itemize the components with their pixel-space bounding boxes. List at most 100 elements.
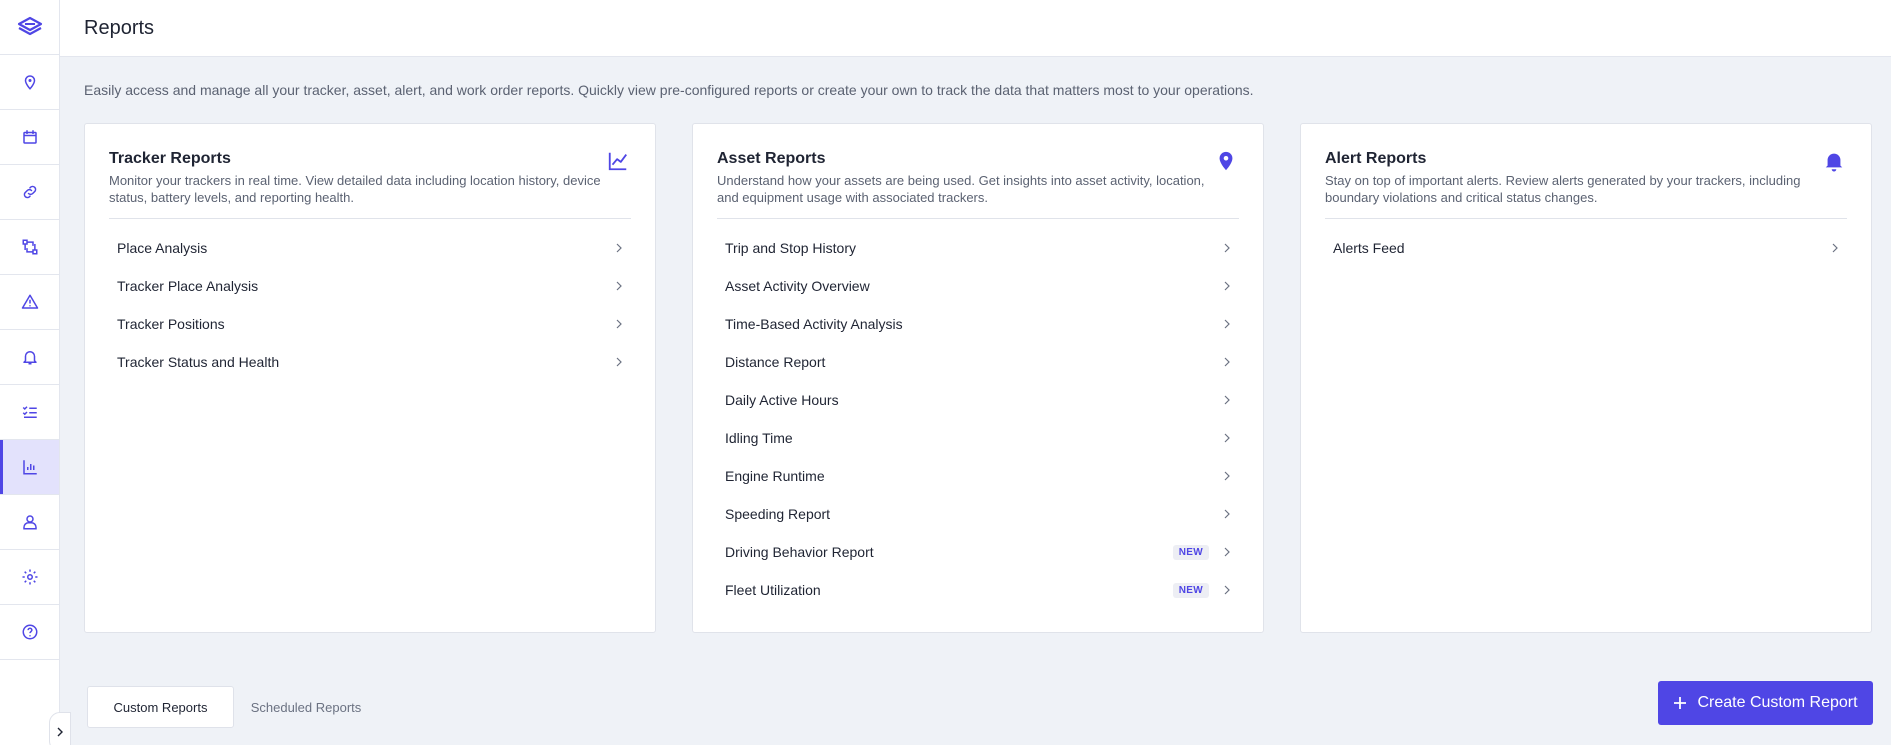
sidebar-expand-button[interactable] bbox=[49, 712, 71, 745]
card-header: Tracker Reports Monitor your trackers in… bbox=[109, 150, 631, 219]
map-pin-icon bbox=[24, 75, 35, 90]
report-list: Trip and Stop History Asset Activity Ove… bbox=[717, 219, 1239, 609]
report-item-label: Daily Active Hours bbox=[725, 392, 839, 408]
card-title: Alert Reports bbox=[1325, 150, 1427, 167]
tracker-reports-card: Tracker Reports Monitor your trackers in… bbox=[84, 123, 656, 633]
nav-links[interactable] bbox=[0, 165, 59, 220]
report-item-tracker-place-analysis[interactable]: Tracker Place Analysis bbox=[109, 267, 631, 305]
new-badge: NEW bbox=[1172, 544, 1209, 560]
card-description: Understand how your assets are being use… bbox=[717, 173, 1205, 205]
nav-tasks[interactable] bbox=[0, 385, 59, 440]
asset-reports-card: Asset Reports Understand how your assets… bbox=[692, 123, 1264, 633]
chevron-right-icon bbox=[616, 319, 622, 329]
card-header: Alert Reports Stay on top of important a… bbox=[1325, 150, 1847, 219]
tab-custom-reports[interactable]: Custom Reports bbox=[87, 686, 234, 728]
report-item-tracker-status-health[interactable]: Tracker Status and Health bbox=[109, 343, 631, 381]
report-item-label: Distance Report bbox=[725, 354, 826, 370]
card-title: Tracker Reports bbox=[109, 150, 231, 167]
report-item-label: Speeding Report bbox=[725, 506, 831, 522]
card-description: Stay on top of important alerts. Review … bbox=[1325, 173, 1801, 205]
page-header: Reports bbox=[60, 0, 1891, 57]
nav-users[interactable] bbox=[0, 495, 59, 550]
card-title: Asset Reports bbox=[717, 150, 826, 167]
bar-chart-icon bbox=[22, 460, 37, 475]
create-button-label: Create Custom Report bbox=[1697, 694, 1858, 711]
report-item-distance-report[interactable]: Distance Report bbox=[717, 343, 1239, 381]
chevron-right-icon bbox=[1224, 281, 1230, 291]
report-item-daily-active-hours[interactable]: Daily Active Hours bbox=[717, 381, 1239, 419]
help-icon bbox=[22, 624, 37, 640]
chevron-right-icon bbox=[1224, 319, 1230, 329]
report-list: Place Analysis Tracker Place Analysis Tr… bbox=[109, 219, 631, 381]
route-icon bbox=[22, 239, 37, 255]
location-pin-icon bbox=[1219, 151, 1233, 171]
report-item-driving-behavior[interactable]: Driving Behavior Report NEW bbox=[717, 533, 1239, 571]
sidebar bbox=[0, 0, 60, 745]
chevron-right-icon bbox=[1224, 585, 1230, 595]
alert-reports-card: Alert Reports Stay on top of important a… bbox=[1300, 123, 1872, 633]
new-badge: NEW bbox=[1172, 582, 1209, 598]
report-item-tracker-positions[interactable]: Tracker Positions bbox=[109, 305, 631, 343]
bell-icon bbox=[1825, 153, 1843, 172]
chevron-right-icon bbox=[1224, 509, 1230, 519]
chevron-right-icon bbox=[1224, 547, 1230, 557]
nav-map[interactable] bbox=[0, 55, 59, 110]
report-item-speeding-report[interactable]: Speeding Report bbox=[717, 495, 1239, 533]
logo-icon bbox=[17, 16, 42, 36]
card-header: Asset Reports Understand how your assets… bbox=[717, 150, 1239, 219]
report-item-label: Place Analysis bbox=[117, 240, 208, 256]
report-item-place-analysis[interactable]: Place Analysis bbox=[109, 229, 631, 267]
calendar-icon bbox=[22, 130, 37, 144]
report-item-label: Engine Runtime bbox=[725, 468, 825, 484]
chevron-right-icon bbox=[616, 281, 622, 291]
app-logo[interactable] bbox=[0, 0, 59, 55]
nav-warnings[interactable] bbox=[0, 275, 59, 330]
report-item-label: Tracker Positions bbox=[117, 316, 225, 332]
link-icon bbox=[23, 185, 36, 199]
bell-icon bbox=[22, 351, 37, 365]
chevron-right-icon bbox=[1224, 433, 1230, 443]
card-description: Monitor your trackers in real time. View… bbox=[109, 173, 601, 205]
chevron-right-icon bbox=[616, 357, 622, 367]
nav-help[interactable] bbox=[0, 605, 59, 660]
nav-calendar[interactable] bbox=[0, 110, 59, 165]
chevron-right-icon bbox=[1224, 243, 1230, 253]
report-item-asset-activity-overview[interactable]: Asset Activity Overview bbox=[717, 267, 1239, 305]
page-description: Easily access and manage all your tracke… bbox=[84, 82, 1254, 98]
chevron-right-icon bbox=[57, 727, 63, 737]
report-item-label: Tracker Status and Health bbox=[117, 354, 280, 370]
report-item-label: Alerts Feed bbox=[1333, 240, 1405, 256]
report-item-idling-time[interactable]: Idling Time bbox=[717, 419, 1239, 457]
chevron-right-icon bbox=[1224, 395, 1230, 405]
report-item-engine-runtime[interactable]: Engine Runtime bbox=[717, 457, 1239, 495]
report-item-label: Tracker Place Analysis bbox=[117, 278, 259, 294]
nav-reports[interactable] bbox=[0, 440, 59, 495]
checklist-icon bbox=[22, 406, 37, 418]
nav-alerts[interactable] bbox=[0, 330, 59, 385]
chevron-right-icon bbox=[1224, 471, 1230, 481]
report-item-label: Trip and Stop History bbox=[725, 240, 856, 256]
report-item-label: Fleet Utilization bbox=[725, 582, 821, 598]
report-item-label: Idling Time bbox=[725, 430, 793, 446]
report-item-trip-stop-history[interactable]: Trip and Stop History bbox=[717, 229, 1239, 267]
report-item-time-based-activity[interactable]: Time-Based Activity Analysis bbox=[717, 305, 1239, 343]
plus-icon bbox=[1674, 697, 1687, 709]
gear-icon bbox=[22, 569, 37, 585]
chevron-right-icon bbox=[616, 243, 622, 253]
nav-settings[interactable] bbox=[0, 550, 59, 605]
chevron-right-icon bbox=[1224, 357, 1230, 367]
page-title: Reports bbox=[84, 16, 155, 39]
report-item-label: Asset Activity Overview bbox=[725, 278, 870, 294]
report-list: Alerts Feed bbox=[1325, 219, 1847, 267]
report-item-label: Time-Based Activity Analysis bbox=[725, 316, 903, 332]
chevron-right-icon bbox=[1832, 243, 1838, 253]
create-custom-report-button[interactable]: Create Custom Report bbox=[1658, 681, 1873, 725]
user-icon bbox=[22, 515, 37, 530]
nav-routes[interactable] bbox=[0, 220, 59, 275]
tab-scheduled-reports[interactable]: Scheduled Reports bbox=[246, 686, 366, 728]
warning-icon bbox=[21, 294, 38, 309]
report-item-label: Driving Behavior Report bbox=[725, 544, 874, 560]
report-item-alerts-feed[interactable]: Alerts Feed bbox=[1325, 229, 1847, 267]
report-item-fleet-utilization[interactable]: Fleet Utilization NEW bbox=[717, 571, 1239, 609]
line-chart-icon bbox=[608, 152, 627, 171]
